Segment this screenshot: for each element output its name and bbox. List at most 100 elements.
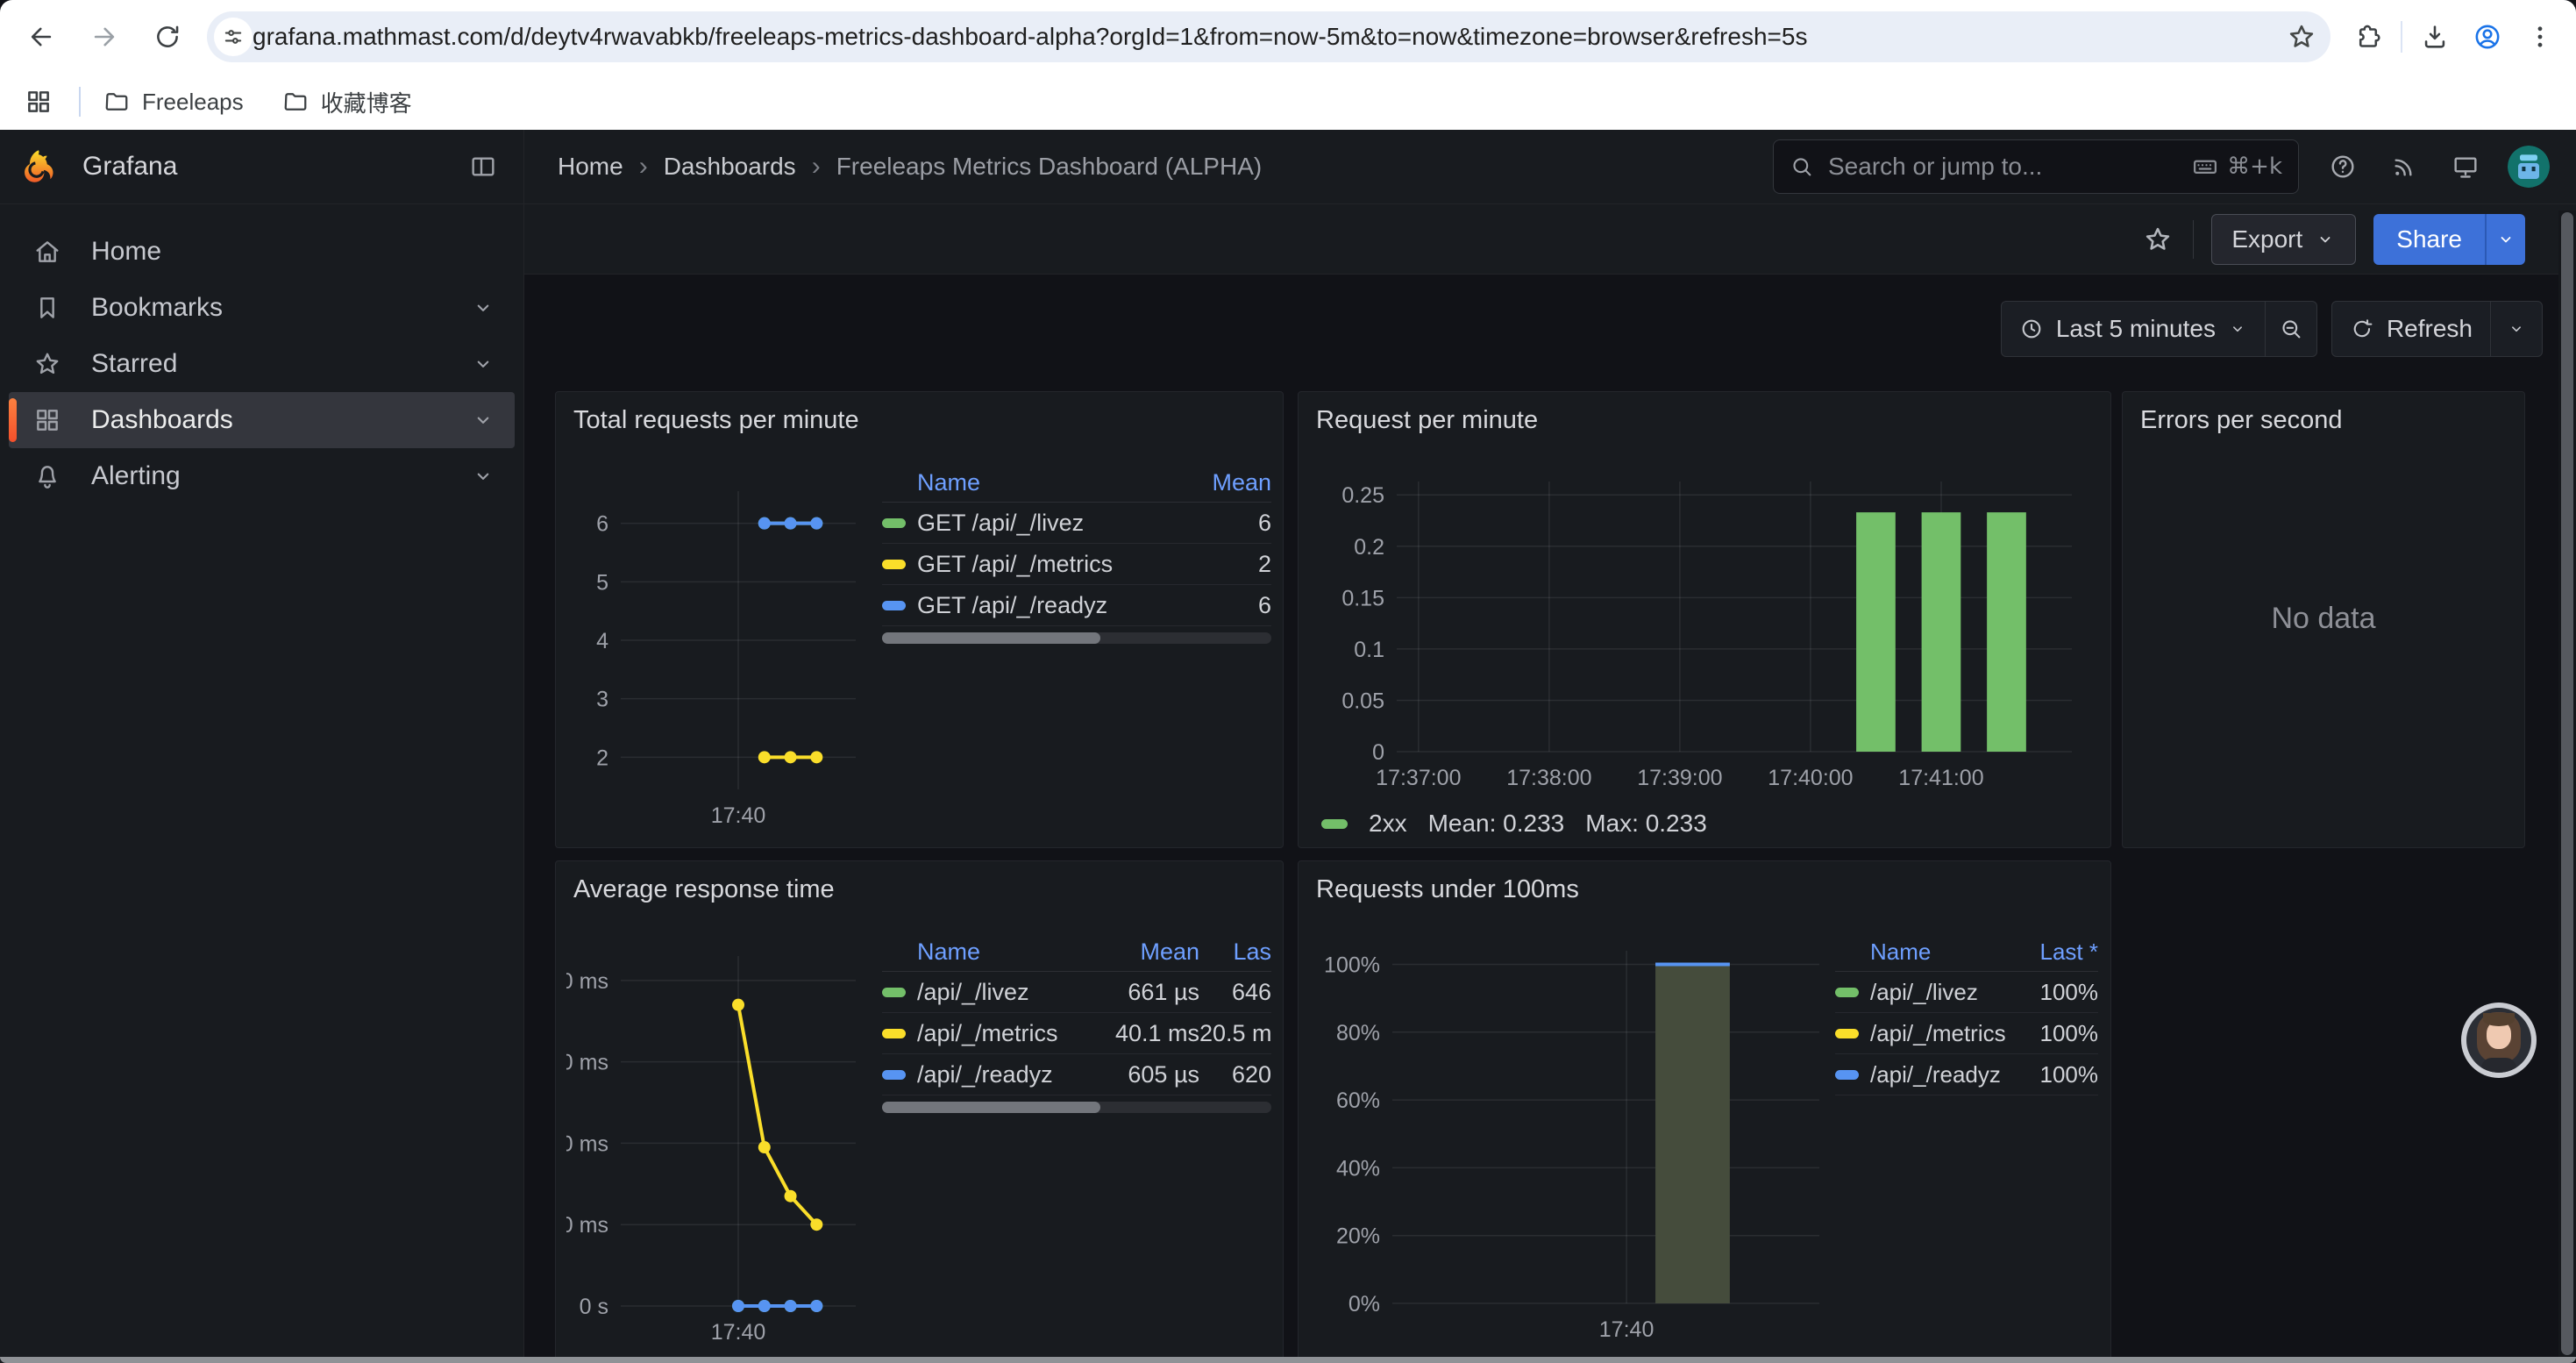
bookmark-star-icon[interactable] <box>2283 18 2320 55</box>
share-button[interactable]: Share <box>2373 214 2485 265</box>
user-avatar[interactable] <box>2508 146 2550 188</box>
legend-scrollbar[interactable] <box>882 1102 1271 1113</box>
panel-average-response-time: Average response time 80 ms60 ms40 ms20 … <box>555 860 1284 1363</box>
legend-col-mean[interactable]: Mean <box>1192 469 1271 496</box>
legend-col-name[interactable]: Name <box>1835 938 2015 966</box>
legend-row[interactable]: /api/_/metrics100% <box>1835 1013 2098 1054</box>
legend-row[interactable]: /api/_/livez661 µs646 <box>882 972 1271 1013</box>
sidebar-item-starred[interactable]: Starred <box>9 336 515 392</box>
time-range-picker[interactable]: Last 5 minutes <box>2002 302 2265 356</box>
downloads-icon[interactable] <box>2415 17 2455 57</box>
panel-title[interactable]: Requests under 100ms <box>1316 875 1579 904</box>
scrollbar-thumb[interactable] <box>2561 212 2573 1355</box>
svg-text:3: 3 <box>596 688 608 712</box>
bookmark-folder-freeleaps[interactable]: Freeleaps <box>103 89 244 116</box>
star-dashboard-icon[interactable] <box>2140 222 2175 257</box>
refresh-icon <box>2350 317 2374 341</box>
panel-title[interactable]: Errors per second <box>2140 406 2343 435</box>
rss-icon[interactable] <box>2387 149 2422 184</box>
bookmark-folder-label: Freeleaps <box>142 89 244 116</box>
chevron-down-icon[interactable] <box>471 464 495 489</box>
legend-row[interactable]: /api/_/metrics40.1 ms20.5 m <box>882 1013 1271 1054</box>
no-data-message: No data <box>2123 602 2524 636</box>
assistant-avatar[interactable] <box>2461 1003 2537 1078</box>
panel-title[interactable]: Total requests per minute <box>573 406 859 435</box>
search-input[interactable] <box>1828 153 2192 181</box>
legend-scroll-thumb[interactable] <box>882 1102 1100 1113</box>
legend-scroll-thumb[interactable] <box>882 632 1100 644</box>
keyboard-icon <box>2192 153 2218 180</box>
legend-series-name: GET /api/_/metrics <box>917 551 1192 578</box>
legend-col-name[interactable]: Name <box>882 938 1085 966</box>
bookmarks-bar: Freeleaps 收藏博客 <box>0 74 2576 130</box>
monitor-icon[interactable] <box>2448 149 2483 184</box>
zoom-out-time-button[interactable] <box>2266 302 2316 356</box>
legend-col-name[interactable]: Name <box>882 469 1192 496</box>
legend-value: 2 <box>1192 551 1271 578</box>
extensions-icon[interactable] <box>2348 17 2388 57</box>
chart-canvas[interactable]: 80 ms60 ms40 ms20 ms0 s17:40 <box>566 942 882 1354</box>
sidebar-item-bookmarks[interactable]: Bookmarks <box>9 280 515 336</box>
legend-row[interactable]: /api/_/livez100% <box>1835 972 2098 1013</box>
breadcrumb-item[interactable]: Home <box>558 153 623 181</box>
legend-series-name: /api/_/livez <box>917 979 1085 1006</box>
legend-col-las[interactable]: Las <box>1199 938 1271 966</box>
sidebar-item-label: Alerting <box>91 461 181 491</box>
grafana-logo-icon[interactable] <box>19 147 58 186</box>
bookmark-folder-blogs[interactable]: 收藏博客 <box>282 86 412 118</box>
refresh-interval-dropdown[interactable] <box>2491 302 2542 356</box>
sidebar-item-dashboards[interactable]: Dashboards <box>9 392 515 448</box>
legend-inline[interactable]: 2xx Mean: 0.233 Max: 0.233 <box>1321 810 1707 838</box>
chevron-down-icon[interactable] <box>471 352 495 376</box>
legend-row[interactable]: /api/_/readyz605 µs620 <box>882 1054 1271 1095</box>
panel-title[interactable]: Request per minute <box>1316 406 1538 435</box>
legend-value: 40.1 ms <box>1085 1020 1199 1047</box>
legend-row[interactable]: GET /api/_/metrics2 <box>882 544 1271 585</box>
svg-text:0.25: 0.25 <box>1341 483 1384 508</box>
svg-text:17:39:00: 17:39:00 <box>1637 766 1722 790</box>
svg-text:17:41:00: 17:41:00 <box>1898 766 1983 790</box>
url-input[interactable] <box>253 23 2283 51</box>
legend-scrollbar[interactable] <box>882 632 1271 644</box>
help-icon[interactable] <box>2325 149 2360 184</box>
profile-icon[interactable] <box>2467 17 2508 57</box>
chevron-down-icon[interactable] <box>471 408 495 432</box>
export-button[interactable]: Export <box>2211 214 2356 265</box>
apps-grid-icon[interactable] <box>21 84 56 119</box>
legend-row[interactable]: GET /api/_/readyz6 <box>882 585 1271 626</box>
chart-total-requests[interactable]: 6543217:40 <box>566 475 882 835</box>
clock-icon <box>2019 317 2044 341</box>
chart-request-per-minute[interactable]: 0.250.20.150.10.05017:37:0017:38:0017:39… <box>1309 467 2098 803</box>
chart-average-response-time[interactable]: 80 ms60 ms40 ms20 ms0 s17:40 <box>566 942 882 1354</box>
reload-icon[interactable] <box>147 17 188 57</box>
menu-icon[interactable] <box>2520 17 2560 57</box>
legend-row[interactable]: /api/_/readyz100% <box>1835 1054 2098 1095</box>
address-bar[interactable] <box>207 11 2330 62</box>
legend-col-last[interactable]: Last * <box>2015 938 2098 966</box>
chart-canvas[interactable]: 6543217:40 <box>566 475 882 835</box>
chart-canvas[interactable]: 100%80%60%40%20%0%17:40 <box>1309 938 1835 1354</box>
forward-icon[interactable] <box>84 17 125 57</box>
breadcrumb-item[interactable]: Dashboards <box>664 153 796 181</box>
chart-requests-under-100ms[interactable]: 100%80%60%40%20%0%17:40 <box>1309 938 1835 1354</box>
site-info-icon[interactable] <box>214 18 253 56</box>
page-scrollbar[interactable] <box>2558 211 2576 1357</box>
panel-title[interactable]: Average response time <box>573 875 835 904</box>
share-chevron-icon[interactable] <box>2485 214 2525 265</box>
controls-divider <box>2193 220 2194 259</box>
breadcrumb-item[interactable]: Freeleaps Metrics Dashboard (ALPHA) <box>836 153 1263 181</box>
legend-mean: Mean: 0.233 <box>1428 810 1565 838</box>
search-icon <box>1790 154 1814 179</box>
search-box[interactable]: ⌘+k <box>1773 139 2299 194</box>
collapse-sidebar-icon[interactable] <box>466 149 501 184</box>
back-icon[interactable] <box>21 17 61 57</box>
sidebar-item-alerting[interactable]: Alerting <box>9 448 515 504</box>
sidebar-item-label: Bookmarks <box>91 293 223 323</box>
refresh-button[interactable]: Refresh <box>2332 302 2490 356</box>
sidebar-item-home[interactable]: Home <box>9 224 515 280</box>
legend-row[interactable]: GET /api/_/livez6 <box>882 503 1271 544</box>
legend-col-mean[interactable]: Mean <box>1085 938 1199 966</box>
chart-canvas[interactable]: 0.250.20.150.10.05017:37:0017:38:0017:39… <box>1309 467 2098 803</box>
chevron-down-icon[interactable] <box>471 296 495 320</box>
legend-value: 100% <box>2015 1020 2098 1047</box>
